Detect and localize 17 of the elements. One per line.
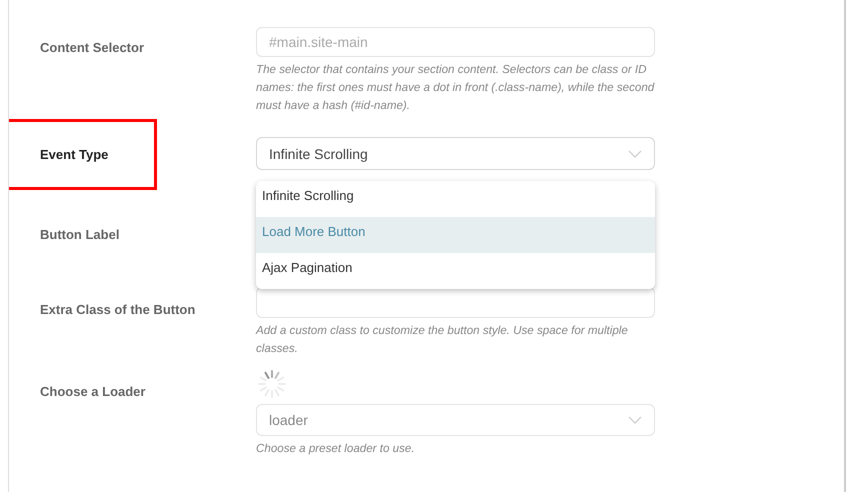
help-text: Choose a preset loader to use. <box>256 441 416 457</box>
field-label: Choose a Loader <box>40 383 146 399</box>
dropdown-option[interactable]: Infinite Scrolling <box>256 181 655 217</box>
help-text: Add a custom class to customize the button style. Use space for multiple classes. <box>256 323 629 357</box>
select-field[interactable]: Infinite Scrolling <box>256 137 655 170</box>
text-field[interactable] <box>256 287 655 318</box>
field-label: Extra Class of the Button <box>40 301 196 317</box>
field-label: Event Type <box>40 146 108 162</box>
chevron-icon <box>628 416 642 424</box>
help-text: The selector that contains your section content. Selectors can be class or ID names: the first ones must have a dot in front (.class-name), while the second must have a hash (#id-name). <box>256 62 655 114</box>
select-field[interactable]: loader <box>256 404 655 436</box>
text-field[interactable]: #main.site-main <box>256 27 655 57</box>
dropdown-option[interactable]: Ajax Pagination <box>256 253 655 289</box>
field-label: Button Label <box>40 226 120 242</box>
field-label: Content Selector <box>40 39 144 55</box>
chevron-icon <box>628 150 642 158</box>
spinner-icon <box>256 368 288 400</box>
